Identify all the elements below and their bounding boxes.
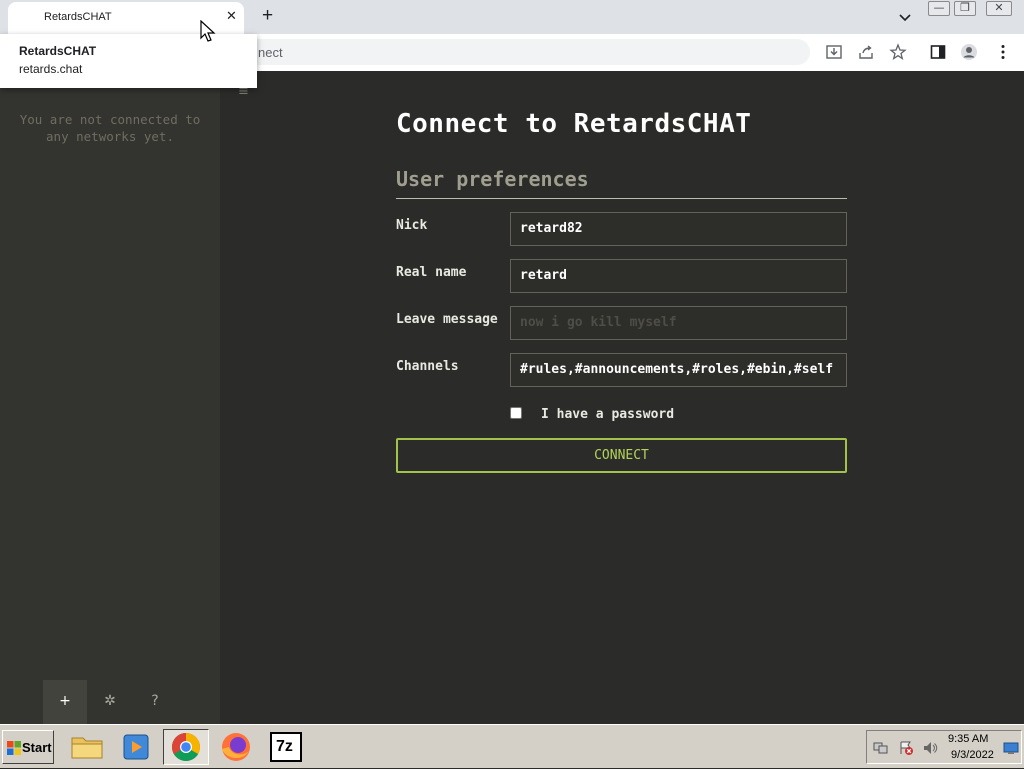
window-minimize-button[interactable]: — — [928, 1, 950, 16]
clock-date[interactable]: 9/3/2022 — [951, 749, 994, 761]
window-maximize-button[interactable]: ❐ — [954, 1, 976, 16]
help-icon[interactable]: ? — [133, 680, 177, 724]
media-player-icon — [123, 734, 149, 760]
section-divider — [396, 198, 847, 199]
settings-gear-icon[interactable]: ✲ — [88, 680, 132, 724]
seven-zip-label: 7z — [276, 738, 293, 755]
side-panel-icon[interactable] — [929, 43, 947, 61]
window-close-button[interactable]: ✕ — [986, 1, 1012, 16]
address-bar[interactable]: nect — [240, 39, 810, 65]
browser-tab-strip: RetardsCHAT ✕ + — ❐ ✕ — [0, 0, 1024, 34]
volume-icon[interactable] — [922, 740, 938, 756]
show-desktop-icon[interactable] — [1003, 740, 1019, 756]
tab-title: RetardsCHAT — [44, 11, 112, 23]
network-icon[interactable] — [873, 740, 889, 756]
share-icon[interactable] — [857, 43, 875, 61]
tab-search-chevron-icon[interactable] — [897, 9, 913, 25]
section-title: User preferences — [396, 167, 589, 191]
taskbar-firefox[interactable] — [213, 729, 259, 765]
taskbar-explorer[interactable] — [64, 729, 110, 765]
page-title: Connect to RetardsCHAT — [396, 109, 752, 139]
sidebar: You are not connected to any networks ye… — [0, 71, 220, 724]
address-text: nect — [258, 45, 283, 60]
mouse-cursor-icon — [200, 20, 216, 42]
real-name-label: Real name — [396, 265, 467, 280]
hover-card-url: retards.chat — [19, 62, 83, 76]
taskbar: Start 7z — [0, 724, 1024, 768]
start-label: Start — [22, 740, 52, 755]
firefox-icon — [222, 733, 250, 761]
profile-avatar-icon[interactable] — [960, 43, 978, 61]
maximize-icon: ❐ — [960, 1, 970, 14]
nick-label: Nick — [396, 218, 428, 233]
browser-menu-icon[interactable] — [994, 43, 1012, 61]
taskbar-media-player[interactable] — [113, 729, 159, 765]
system-tray — [866, 730, 1022, 764]
bookmark-star-icon[interactable] — [889, 43, 907, 61]
leave-message-input[interactable]: now i go kill myself — [510, 306, 847, 340]
windows-logo-icon — [7, 741, 21, 755]
sidebar-footer: + ✲ ? — [0, 680, 220, 724]
hover-card-title: RetardsCHAT — [19, 44, 97, 58]
minimize-icon: — — [933, 1, 945, 14]
password-checkbox[interactable] — [510, 407, 522, 419]
start-button[interactable]: Start — [2, 730, 54, 764]
folder-icon — [71, 737, 103, 759]
no-networks-message: You are not connected to any networks ye… — [19, 112, 201, 144]
channels-label: Channels — [396, 359, 459, 374]
connect-button[interactable]: CONNECT — [396, 438, 847, 473]
taskbar-7zip[interactable]: 7z — [263, 729, 309, 765]
install-app-icon[interactable] — [825, 43, 843, 61]
real-name-input[interactable]: retard — [510, 259, 847, 293]
main-content: Connect to RetardsCHAT User preferences … — [220, 71, 1024, 724]
chrome-icon — [172, 733, 200, 761]
close-icon: ✕ — [994, 1, 1004, 14]
leave-message-label: Leave message — [396, 312, 498, 327]
new-tab-button[interactable]: + — [262, 5, 273, 27]
channels-input[interactable]: #rules,#announcements,#roles,#ebin,#self — [510, 353, 847, 387]
clock-time[interactable]: 9:35 AM — [948, 733, 988, 745]
tab-close-icon[interactable]: ✕ — [226, 9, 237, 24]
taskbar-chrome[interactable] — [163, 729, 209, 765]
nick-input[interactable]: retard82 — [510, 212, 847, 246]
security-alert-icon[interactable] — [898, 740, 914, 756]
add-network-button[interactable]: + — [43, 680, 87, 724]
password-checkbox-label[interactable]: I have a password — [541, 407, 674, 422]
tab-hover-card: RetardsCHAT retards.chat — [0, 34, 257, 88]
